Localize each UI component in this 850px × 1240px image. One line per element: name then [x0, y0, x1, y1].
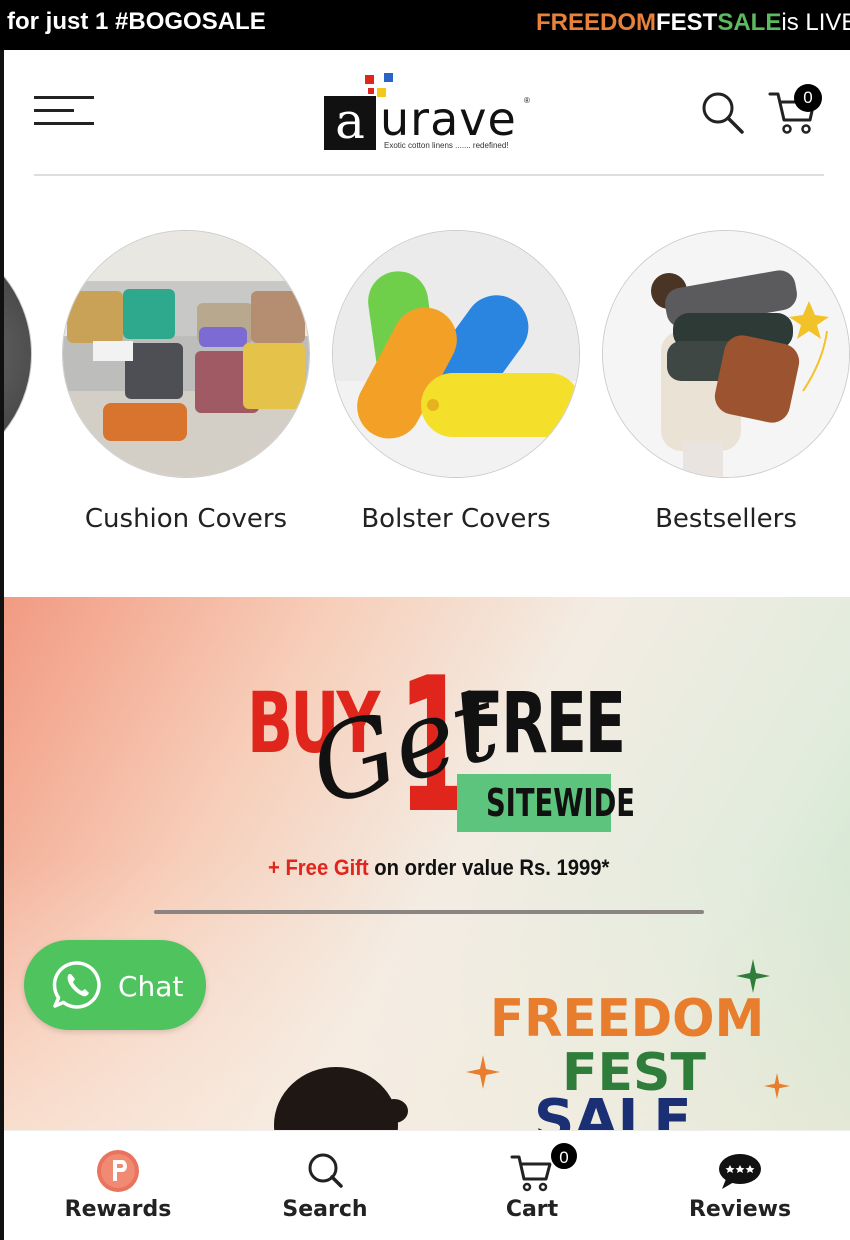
model-head — [274, 1067, 408, 1130]
chat-label: Chat — [118, 970, 184, 1003]
nav-reviews[interactable]: Reviews — [640, 1131, 840, 1240]
announcement-bar[interactable]: for just 1 #BOGOSALE FREEDOMFESTSALEis L… — [0, 0, 850, 50]
brand-logo[interactable]: a urave ® Exotic cotton linens ....... r… — [324, 72, 534, 154]
cushion-photo — [63, 231, 309, 477]
announcement-word-fest: FEST — [656, 9, 718, 36]
header-search-button[interactable] — [700, 90, 744, 134]
announcement-word-live: is LIVE — [781, 9, 850, 36]
banner-sitewide-text: SITEWIDE — [485, 781, 635, 825]
whatsapp-icon — [52, 961, 101, 1009]
announcement-word-sale: SALE — [717, 9, 782, 36]
cart-count-badge: 0 — [794, 84, 822, 112]
category-bolster-covers[interactable]: Bolster Covers — [332, 230, 580, 534]
logo-square-blue — [384, 73, 393, 82]
announcement-sale-text: FREEDOMFESTSALEis LIVE — [536, 9, 850, 37]
banner-free-text: FREE — [462, 674, 626, 772]
promo-banner[interactable]: BUY 1 Get FREE SITEWIDE + Free Gift on o… — [4, 597, 850, 1130]
category-label: Cushion Covers — [84, 504, 288, 534]
nav-rewards[interactable]: Rewards — [18, 1131, 218, 1240]
nav-label: Cart — [505, 1197, 559, 1222]
site-header: a urave ® Exotic cotton linens ....... r… — [4, 50, 850, 176]
menu-line — [34, 96, 94, 99]
logo-letter: a — [324, 96, 376, 150]
banner-gift-rest: on order value Rs. 1999* — [368, 855, 610, 880]
category-label: Bolster Covers — [361, 504, 551, 534]
banner-fest-line1: FREEDOM — [490, 989, 765, 1049]
cart-icon — [510, 1155, 552, 1192]
category-cushion-covers[interactable]: Cushion Covers — [62, 230, 310, 534]
cart-count-badge: 0 — [549, 1141, 579, 1171]
nav-cart[interactable]: 0 Cart — [432, 1131, 632, 1240]
banner-gift-highlight: + Free Gift — [268, 855, 369, 880]
sparkle-icon — [466, 1055, 500, 1089]
category-bestsellers-image[interactable] — [602, 230, 850, 478]
banner-gift-text: + Free Gift on order value Rs. 1999* — [268, 855, 609, 881]
logo-registered: ® — [524, 96, 530, 105]
nav-label: Rewards — [64, 1197, 172, 1222]
logo-square-red-small — [368, 88, 374, 94]
sparkle-icon — [764, 1073, 790, 1099]
menu-line — [34, 109, 74, 112]
banner-fest-line3: SALE — [534, 1088, 692, 1131]
announcement-text: for just 1 #BOGOSALE — [7, 8, 266, 35]
bestsellers-photo — [603, 231, 849, 477]
search-icon — [308, 1153, 343, 1188]
menu-line — [34, 122, 94, 125]
category-partial-image[interactable] — [4, 230, 32, 478]
logo-tagline: Exotic cotton linens ....... redefined! — [384, 141, 509, 150]
nav-label: Search — [282, 1197, 368, 1222]
bottom-navigation: Rewards Search 0 Cart Reviews — [4, 1130, 850, 1240]
nav-search[interactable]: Search — [225, 1131, 425, 1240]
category-carousel[interactable]: Cushion Covers Bolster Covers Bestseller… — [4, 176, 850, 596]
rewards-icon — [97, 1150, 139, 1192]
sparkle-icon — [736, 959, 770, 993]
whatsapp-chat-button[interactable]: Chat — [24, 940, 206, 1030]
search-icon — [702, 92, 744, 134]
menu-button[interactable] — [34, 96, 94, 128]
nav-label: Reviews — [688, 1197, 792, 1222]
logo-wordmark: urave — [380, 92, 517, 146]
banner-sitewide-badge: SITEWIDE — [457, 774, 635, 832]
category-bolster-image[interactable] — [332, 230, 580, 478]
banner-divider — [154, 910, 704, 914]
announcement-word-freedom: FREEDOM — [536, 9, 656, 36]
category-bestsellers[interactable]: Bestsellers — [602, 230, 850, 534]
category-label: Bestsellers — [655, 504, 797, 534]
bolster-photo — [333, 231, 579, 477]
category-cushion-image[interactable] — [62, 230, 310, 478]
logo-square-red — [365, 75, 374, 84]
reviews-icon — [719, 1154, 761, 1189]
